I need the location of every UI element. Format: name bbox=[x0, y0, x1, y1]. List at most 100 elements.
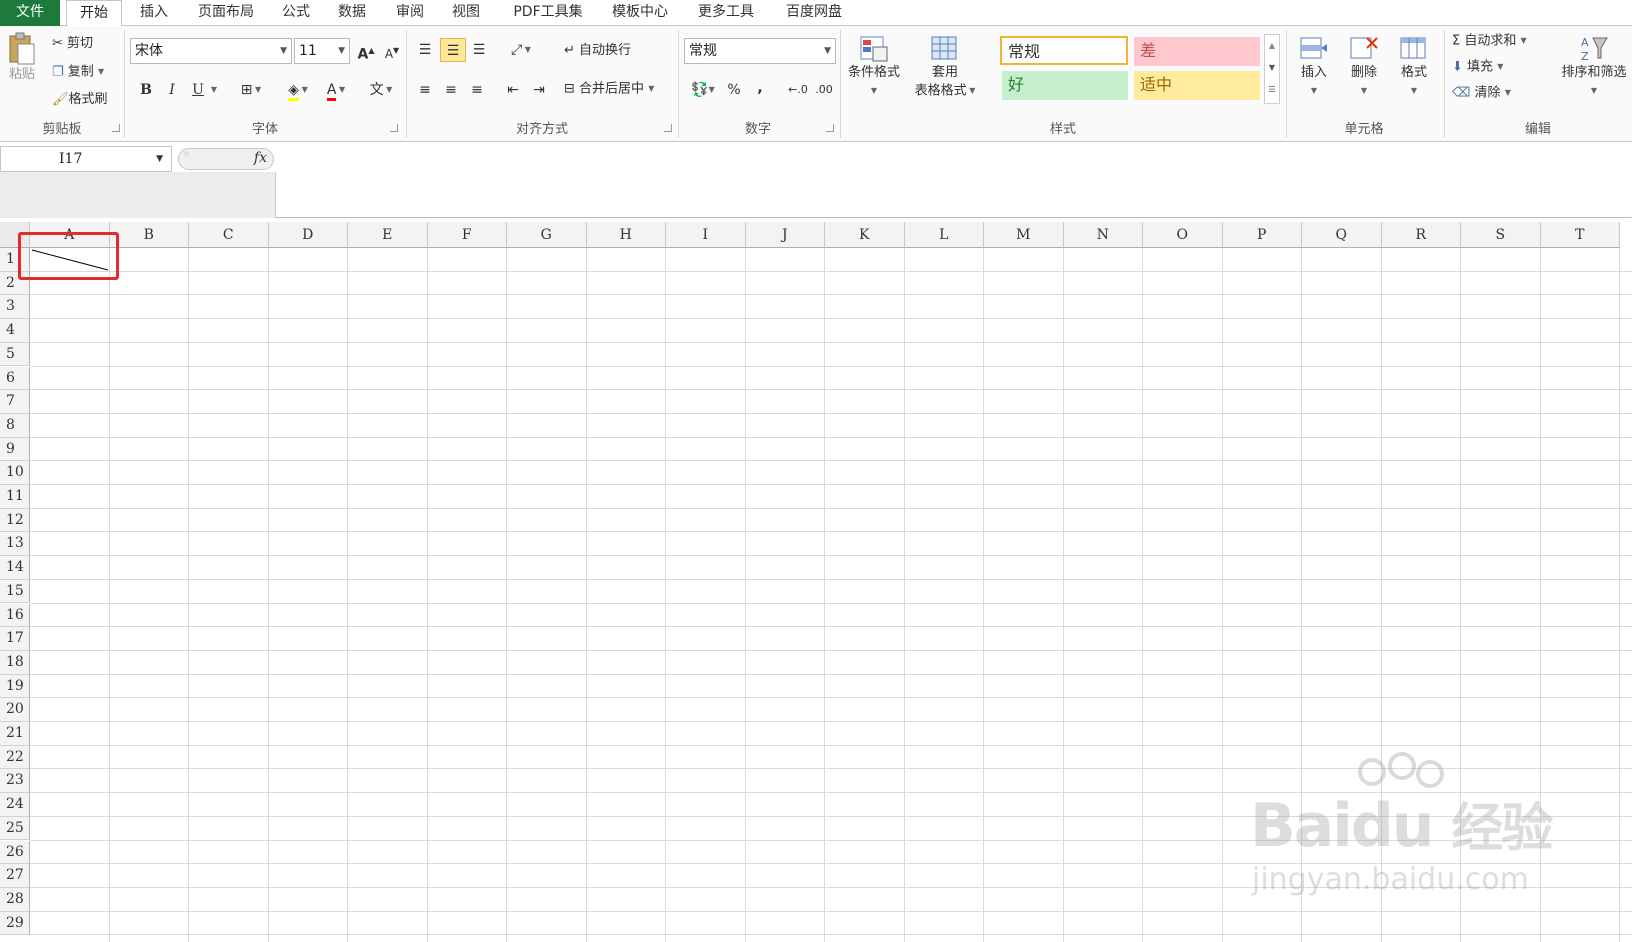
style-bad[interactable]: 差 bbox=[1134, 37, 1260, 66]
align-middle-button[interactable]: ☰ bbox=[440, 38, 466, 62]
number-dialog-launcher[interactable] bbox=[826, 124, 834, 132]
row-header-6[interactable]: 6 bbox=[0, 366, 30, 391]
shrink-font-button[interactable]: A▼ bbox=[382, 39, 402, 63]
fill-color-button[interactable]: ◈ ▼ bbox=[282, 78, 314, 102]
format-cells-button[interactable]: 格式 ▼ bbox=[1390, 34, 1438, 101]
column-header-l[interactable]: L bbox=[904, 222, 984, 248]
alignment-dialog-launcher[interactable] bbox=[664, 124, 672, 132]
tab-file[interactable]: 文件 bbox=[0, 0, 60, 26]
merge-center-button[interactable]: ⊟ 合并后居中 ▼ bbox=[564, 78, 654, 100]
row-header-7[interactable]: 7 bbox=[0, 390, 30, 414]
insert-cells-button[interactable]: 插入 ▼ bbox=[1290, 34, 1338, 101]
font-color-button[interactable]: A ▼ bbox=[320, 78, 352, 102]
row-header-20[interactable]: 20 bbox=[0, 698, 30, 722]
increase-decimal-button[interactable]: ←.0 bbox=[786, 78, 810, 102]
row-header-9[interactable]: 9 bbox=[0, 437, 30, 462]
copy-button[interactable]: ❐ 复制 ▼ bbox=[52, 61, 104, 83]
row-header-18[interactable]: 18 bbox=[0, 650, 30, 675]
column-header-p[interactable]: P bbox=[1222, 222, 1302, 248]
row-header-16[interactable]: 16 bbox=[0, 603, 30, 628]
row-header-21[interactable]: 21 bbox=[0, 722, 30, 746]
phonetic-button[interactable]: 文 ▼ bbox=[364, 78, 398, 102]
formula-input[interactable] bbox=[277, 146, 1632, 218]
row-header-4[interactable]: 4 bbox=[0, 319, 30, 343]
cut-button[interactable]: ✂ 剪切 bbox=[52, 33, 93, 55]
row-header-17[interactable]: 17 bbox=[0, 627, 30, 651]
decrease-indent-button[interactable]: ⇤ bbox=[502, 78, 524, 102]
column-header-h[interactable]: H bbox=[586, 222, 666, 248]
sort-filter-button[interactable]: A Z 排序和筛选 ▼ bbox=[1556, 34, 1632, 101]
align-center-button[interactable]: ≡ bbox=[440, 78, 462, 102]
row-header-11[interactable]: 11 bbox=[0, 485, 30, 509]
tab-view[interactable]: 视图 bbox=[446, 0, 486, 27]
row-header-26[interactable]: 26 bbox=[0, 840, 30, 865]
tab-data[interactable]: 数据 bbox=[332, 0, 372, 27]
column-header-k[interactable]: K bbox=[825, 222, 905, 248]
column-header-q[interactable]: Q bbox=[1302, 222, 1382, 248]
tab-insert[interactable]: 插入 bbox=[132, 0, 176, 27]
clear-button[interactable]: ⌫ 清除 ▼ bbox=[1452, 82, 1511, 104]
style-good[interactable]: 好 bbox=[1002, 71, 1128, 100]
bold-button[interactable]: B bbox=[136, 78, 156, 102]
row-header-10[interactable]: 10 bbox=[0, 461, 30, 485]
row-header-23[interactable]: 23 bbox=[0, 769, 30, 794]
insert-function-icon[interactable]: fx bbox=[254, 150, 267, 166]
column-header-o[interactable]: O bbox=[1143, 222, 1223, 248]
align-bottom-button[interactable]: ☰ bbox=[468, 38, 490, 62]
style-neutral[interactable]: 适中 bbox=[1134, 71, 1260, 100]
cancel-dot-icon[interactable]: ◦ bbox=[183, 147, 190, 161]
increase-indent-button[interactable]: ⇥ bbox=[528, 78, 550, 102]
styles-gallery-scroller[interactable]: ▲ ▼ ☰ bbox=[1264, 34, 1280, 104]
row-header-29[interactable]: 29 bbox=[0, 911, 30, 936]
decrease-decimal-button[interactable]: .00 bbox=[812, 78, 836, 102]
row-header-15[interactable]: 15 bbox=[0, 579, 30, 604]
column-header-f[interactable]: F bbox=[427, 222, 507, 248]
tab-home[interactable]: 开始 bbox=[66, 0, 122, 27]
italic-button[interactable]: I bbox=[162, 78, 182, 102]
column-header-b[interactable]: B bbox=[109, 222, 189, 248]
column-header-t[interactable]: T bbox=[1540, 222, 1620, 248]
row-header-25[interactable]: 25 bbox=[0, 816, 30, 841]
row-header-24[interactable]: 24 bbox=[0, 793, 30, 817]
row-header-3[interactable]: 3 bbox=[0, 295, 30, 320]
row-header-12[interactable]: 12 bbox=[0, 508, 30, 533]
align-right-button[interactable]: ≡ bbox=[466, 78, 488, 102]
column-header-m[interactable]: M bbox=[984, 222, 1064, 248]
tab-pdf-tools[interactable]: PDF工具集 bbox=[506, 0, 590, 27]
fill-button[interactable]: ⬇ 填充 ▼ bbox=[1452, 56, 1503, 78]
wrap-text-button[interactable]: ↵ 自动换行 bbox=[564, 40, 631, 62]
comma-button[interactable]: , bbox=[752, 76, 768, 100]
accounting-format-button[interactable]: 💱▼ bbox=[686, 78, 720, 102]
underline-dropdown[interactable]: ▼ bbox=[208, 78, 220, 102]
column-header-n[interactable]: N bbox=[1063, 222, 1143, 248]
row-header-5[interactable]: 5 bbox=[0, 342, 30, 367]
row-header-27[interactable]: 27 bbox=[0, 864, 30, 888]
column-header-i[interactable]: I bbox=[666, 222, 746, 248]
row-header-19[interactable]: 19 bbox=[0, 674, 30, 699]
column-header-j[interactable]: J bbox=[745, 222, 825, 248]
column-header-c[interactable]: C bbox=[189, 222, 269, 248]
border-button[interactable]: ⊞ ▼ bbox=[234, 78, 268, 102]
tab-page-layout[interactable]: 页面布局 bbox=[192, 0, 260, 27]
tab-baidu-netdisk[interactable]: 百度网盘 bbox=[780, 0, 848, 27]
name-box[interactable]: I17 ▼ bbox=[0, 146, 172, 172]
column-header-g[interactable]: G bbox=[507, 222, 587, 248]
column-header-e[interactable]: E bbox=[348, 222, 428, 248]
column-header-d[interactable]: D bbox=[268, 222, 348, 248]
number-format-select[interactable]: 常规 ▼ bbox=[684, 38, 836, 64]
font-name-select[interactable]: 宋体 ▼ bbox=[130, 38, 292, 64]
font-size-select[interactable]: 11 ▼ bbox=[294, 38, 350, 64]
orientation-button[interactable]: ⤢ ▼ bbox=[504, 38, 538, 62]
tab-more-tools[interactable]: 更多工具 bbox=[692, 0, 760, 27]
paste-button[interactable]: 粘贴 bbox=[4, 32, 40, 84]
format-as-table-button[interactable]: 套用 表格格式 ▼ bbox=[908, 34, 982, 101]
tab-review[interactable]: 审阅 bbox=[390, 0, 430, 27]
row-header-28[interactable]: 28 bbox=[0, 887, 30, 912]
column-header-r[interactable]: R bbox=[1381, 222, 1461, 248]
align-left-button[interactable]: ≡ bbox=[414, 78, 436, 102]
column-header-s[interactable]: S bbox=[1461, 222, 1541, 248]
row-header-8[interactable]: 8 bbox=[0, 413, 30, 438]
tab-formulas[interactable]: 公式 bbox=[276, 0, 316, 27]
align-top-button[interactable]: ☰ bbox=[414, 38, 436, 62]
underline-button[interactable]: U bbox=[188, 78, 208, 102]
